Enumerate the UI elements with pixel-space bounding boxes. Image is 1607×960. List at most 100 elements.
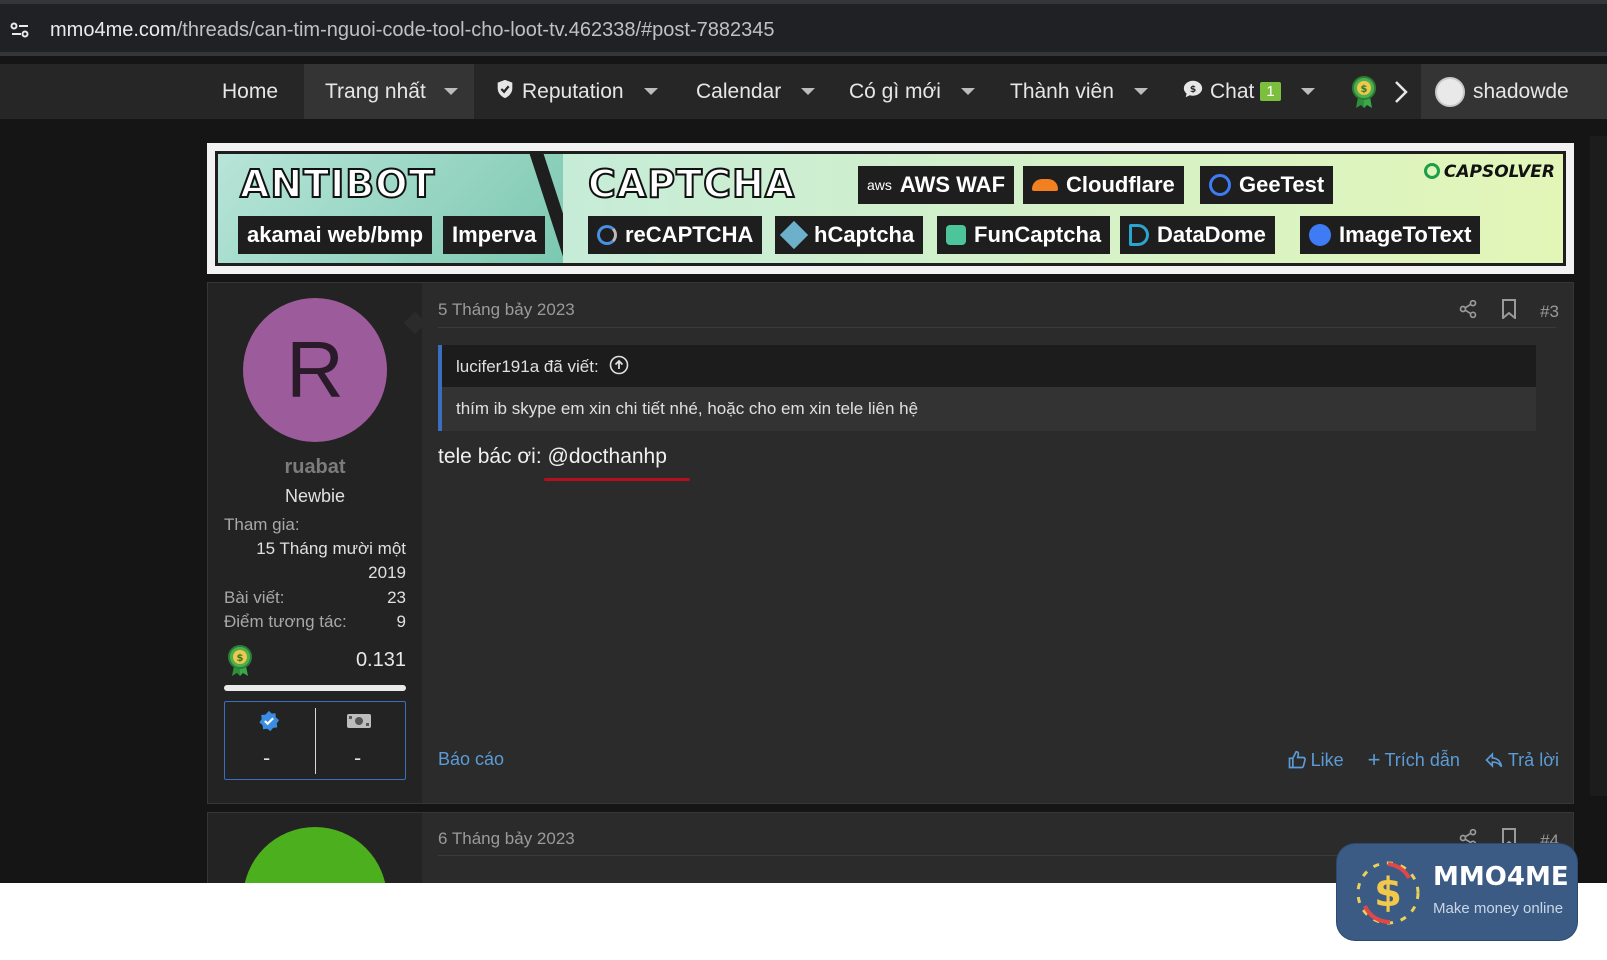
nav-reputation[interactable]: Reputation xyxy=(494,64,658,119)
quote-block: lucifer191a đã viết: thím ib skype em xi… xyxy=(438,345,1536,431)
reply-icon xyxy=(1485,752,1503,768)
reactions-stat: Điểm tương tác: 9 xyxy=(224,612,406,632)
nav-home[interactable]: Home xyxy=(205,64,295,119)
svg-text:$: $ xyxy=(237,653,244,664)
url-field[interactable]: mmo4me.com/threads/can-tim-nguoi-code-to… xyxy=(0,4,1607,52)
reply-label: Trả lời xyxy=(1507,749,1559,770)
shield-check-icon xyxy=(494,78,516,106)
nav-co-gi-moi[interactable]: Có gì mới xyxy=(849,64,975,119)
chevron-down-icon[interactable] xyxy=(443,88,458,95)
nav-reputation-label: Reputation xyxy=(522,79,624,103)
nav-thanh-vien[interactable]: Thành viên xyxy=(1010,64,1148,119)
post-date[interactable]: 5 Tháng bảy 2023 xyxy=(438,300,575,320)
posts-label: Bài viết: xyxy=(224,588,285,607)
url-host: mmo4me.com xyxy=(50,19,177,41)
quote-author: lucifer191a đã viết: xyxy=(456,357,599,376)
post-footer-actions: Like + Trích dẫn Trả lời xyxy=(1287,749,1559,771)
reputation-row: $ 0.131 xyxy=(224,645,406,677)
funcaptcha-logo-icon xyxy=(946,225,966,245)
quote-button[interactable]: + Trích dẫn xyxy=(1368,749,1460,771)
chevron-right-icon[interactable] xyxy=(1392,64,1410,119)
banner-tag-recaptcha: reCAPTCHA xyxy=(588,216,763,254)
post-header-actions: #3 xyxy=(1458,299,1559,324)
chevron-down-icon[interactable] xyxy=(1133,88,1148,95)
post-username[interactable]: ruabat xyxy=(208,456,422,479)
geetest-logo-icon xyxy=(1209,174,1231,196)
chevron-down-icon[interactable] xyxy=(643,88,658,95)
url-text[interactable]: mmo4me.com/threads/can-tim-nguoi-code-to… xyxy=(50,19,774,42)
banner-tag-imagetotext: ImageToText xyxy=(1300,216,1481,254)
reactions-value: 9 xyxy=(396,612,406,631)
post-message: tele bác ơi: @docthanhp xyxy=(438,445,667,469)
quote-header[interactable]: lucifer191a đã viết: xyxy=(442,345,1536,387)
ad-banner-frame: ANTIBOT akamai web/bmp Imperva CAPTCHA a… xyxy=(215,151,1566,266)
watermark-title: MMO4ME xyxy=(1433,862,1569,892)
aws-logo-icon: aws xyxy=(867,177,892,193)
nav-username: shadowde xyxy=(1473,79,1569,103)
chevron-down-icon[interactable] xyxy=(1300,88,1315,95)
chevron-down-icon[interactable] xyxy=(801,88,816,95)
banner-tag-cloudflare: Cloudflare xyxy=(1023,166,1184,204)
user-badges: - - xyxy=(224,701,406,780)
site-info-icon[interactable] xyxy=(8,18,32,42)
nav-thanh-vien-label: Thành viên xyxy=(1010,79,1114,103)
ad-banner[interactable]: ANTIBOT akamai web/bmp Imperva CAPTCHA a… xyxy=(207,143,1574,274)
badge-right-value: - xyxy=(354,746,362,770)
banner-tag-akamai: akamai web/bmp xyxy=(238,216,433,254)
posts-value: 23 xyxy=(387,588,406,607)
banner-tag-funcaptcha: FunCaptcha xyxy=(937,216,1111,254)
reputation-progress-bar xyxy=(224,685,406,691)
badge-divider xyxy=(315,708,316,774)
like-label: Like xyxy=(1310,749,1344,770)
thumbs-up-icon xyxy=(1288,750,1306,769)
reputation-medal-icon: $ xyxy=(226,645,254,681)
quote-action-label: Trích dẫn xyxy=(1384,749,1460,770)
reputation-medal-icon[interactable]: $ xyxy=(1350,64,1378,119)
report-link[interactable]: Báo cáo xyxy=(438,749,504,770)
captcha-panel: CAPTCHA aws AWS WAF Cloudflare GeeTest re… xyxy=(563,154,1563,263)
nav-home-label: Home xyxy=(221,79,279,103)
post-user-sidebar xyxy=(208,813,422,883)
forum-page: Home Trang nhất Reputation Calendar Có g… xyxy=(0,56,1607,883)
antibot-title: ANTIBOT xyxy=(239,161,436,207)
post-user-sidebar: R ruabat Newbie Tham gia: 15 Tháng mười … xyxy=(208,283,422,803)
banner-tag-hcaptcha: hCaptcha xyxy=(775,216,924,254)
posts-stat: Bài viết: 23 xyxy=(224,588,406,608)
nav-chat[interactable]: $ Chat 1 xyxy=(1182,64,1315,119)
user-title: Newbie xyxy=(284,486,346,506)
plus-icon: + xyxy=(1367,747,1381,772)
mention-link[interactable]: @docthanhp xyxy=(548,445,667,468)
avatar[interactable] xyxy=(243,827,387,883)
nav-chat-label: Chat xyxy=(1210,79,1255,103)
chat-bubble-icon: $ xyxy=(1182,78,1204,106)
banner-tag-geetest: GeeTest xyxy=(1200,166,1334,204)
badge-left-value: - xyxy=(263,746,271,770)
like-button[interactable]: Like xyxy=(1287,749,1344,771)
post-number[interactable]: #3 xyxy=(1540,302,1559,322)
money-badge-icon[interactable] xyxy=(346,712,372,734)
svg-text:$: $ xyxy=(1374,870,1402,916)
arrow-up-circle-icon[interactable] xyxy=(609,355,629,380)
recaptcha-logo-icon xyxy=(597,225,617,245)
bookmark-icon[interactable] xyxy=(1500,299,1518,324)
nav-user-account[interactable]: shadowde xyxy=(1421,64,1607,119)
avatar[interactable]: R xyxy=(243,298,387,442)
url-path: /threads/can-tim-nguoi-code-tool-cho-loo… xyxy=(176,19,775,41)
post-header-divider xyxy=(438,327,1556,328)
imagetotext-logo-icon xyxy=(1309,224,1331,246)
cloud-icon xyxy=(1032,179,1058,191)
quote-text: thím ib skype em xin chi tiết nhé, hoặc … xyxy=(442,387,1536,431)
annotation-underline xyxy=(544,478,690,481)
reply-button[interactable]: Trả lời xyxy=(1484,749,1559,771)
share-icon[interactable] xyxy=(1458,299,1478,324)
avatar xyxy=(1435,76,1465,107)
main-nav: Home Trang nhất Reputation Calendar Có g… xyxy=(0,64,1607,119)
chevron-down-icon[interactable] xyxy=(960,88,975,95)
hcaptcha-logo-icon xyxy=(779,220,809,250)
reactions-label: Điểm tương tác: xyxy=(224,612,347,631)
post-date[interactable]: 6 Tháng bảy 2023 xyxy=(438,829,575,849)
nav-trang-nhat[interactable]: Trang nhất xyxy=(304,64,474,119)
verified-badge-icon[interactable] xyxy=(258,710,280,736)
nav-calendar[interactable]: Calendar xyxy=(696,64,816,119)
banner-tag-imperva: Imperva xyxy=(443,216,546,254)
